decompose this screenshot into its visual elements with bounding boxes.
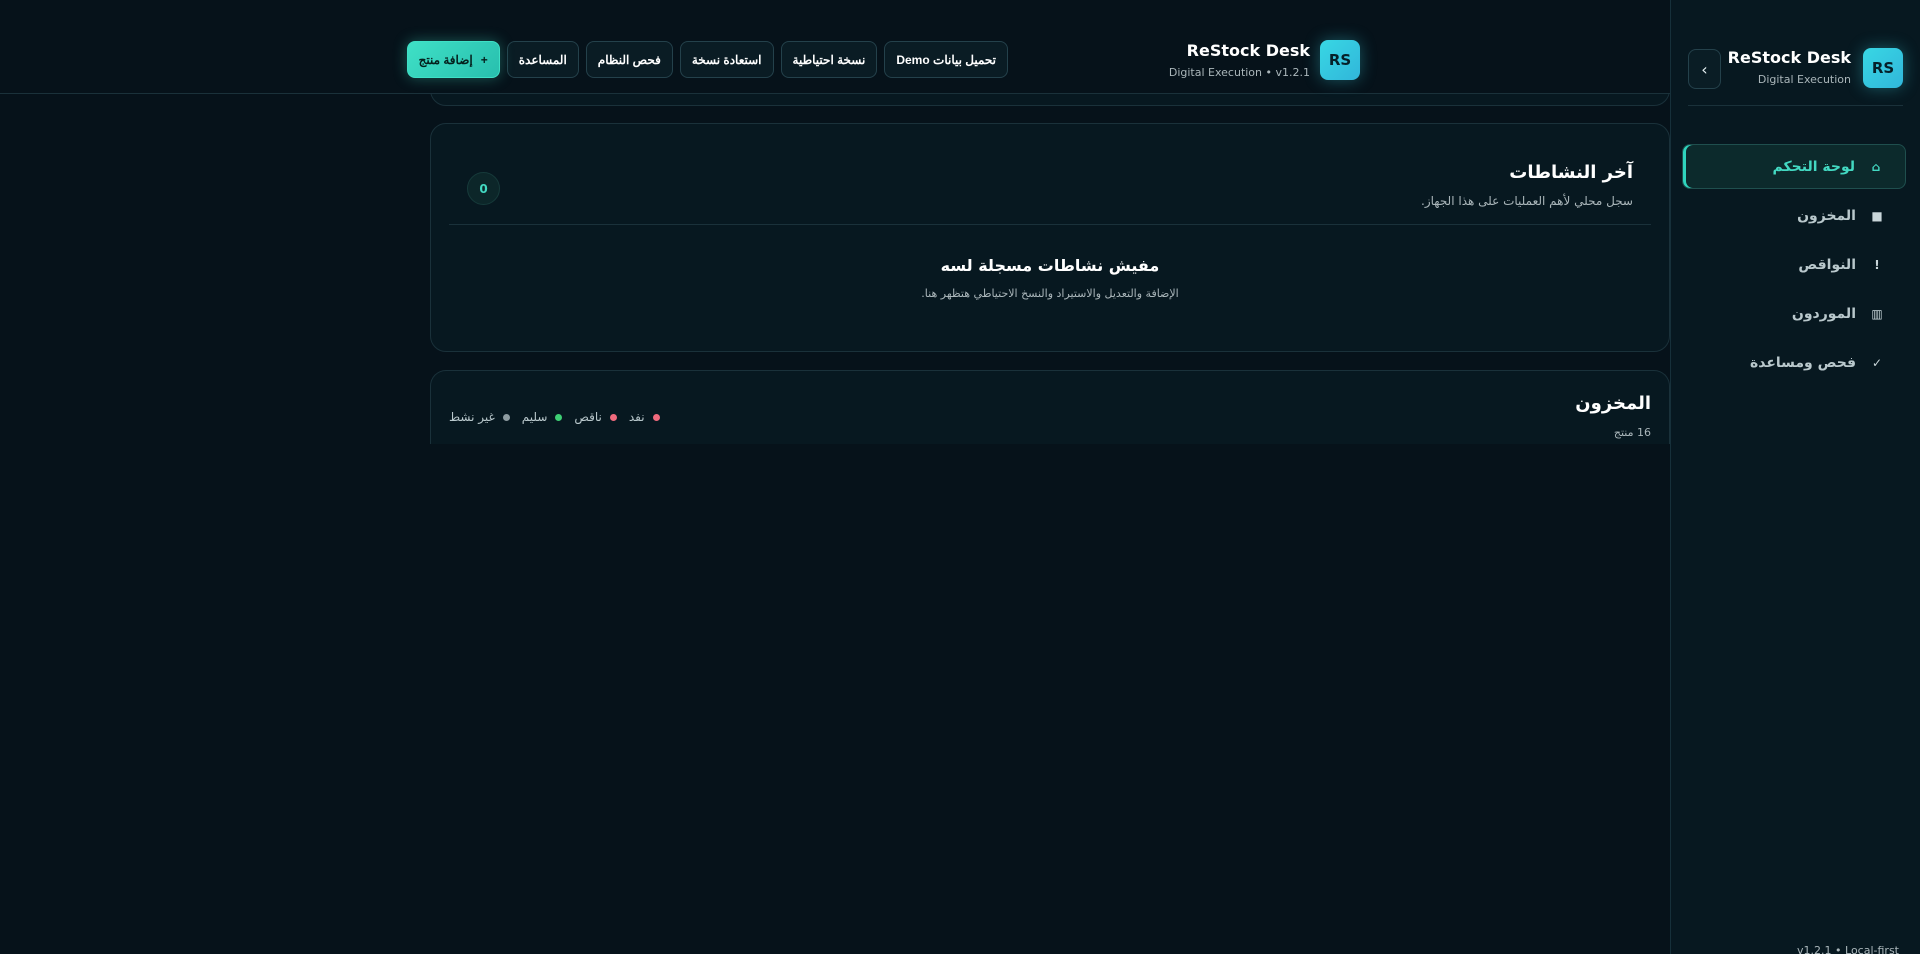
- add-product-button[interactable]: + إضافة منتج: [406, 41, 500, 78]
- activity-empty-subtitle: الإضافة والتعديل والاستيراد والنسخ الاحت…: [921, 287, 1179, 300]
- header-toolbar: تحميل بيانات Demo نسخة احتياطية استعادة …: [406, 41, 1008, 78]
- sidebar-item-label: المخزون: [1797, 207, 1856, 224]
- page-background: [0, 444, 1670, 954]
- activity-card: آخر النشاطات سجل محلي لأهم العمليات على …: [430, 123, 1670, 352]
- help-button[interactable]: المساعدة: [506, 41, 579, 78]
- alert-icon: !: [1874, 257, 1880, 272]
- sidebar-footer-version: v1.2.1 • Local-first: [1797, 944, 1899, 954]
- suppliers-icon: ▥: [1871, 306, 1883, 321]
- legend-item-healthy: سليم: [522, 410, 563, 424]
- status-dot-icon: [652, 413, 660, 421]
- header-brand-subtitle: Digital Execution • v1.2.1: [1168, 66, 1310, 79]
- sidebar-item-label: لوحة التحكم: [1772, 158, 1855, 175]
- sidebar-collapse-button[interactable]: ›: [1688, 49, 1721, 89]
- activity-title: آخر النشاطات: [1509, 162, 1633, 183]
- sidebar-item-label: فحص ومساعدة: [1749, 354, 1856, 371]
- sidebar-item-check-help[interactable]: ✓ فحص ومساعدة: [1682, 340, 1906, 385]
- legend-item-out-of-stock: نفد: [629, 410, 660, 424]
- legend-item-inactive: غير نشط: [449, 410, 510, 424]
- sidebar-brand-subtitle: Digital Execution: [1757, 73, 1851, 86]
- header-brand-text: ReStock Desk Digital Execution • v1.2.1: [1169, 41, 1310, 79]
- inventory-count: 16 منتج: [1613, 426, 1651, 439]
- sidebar-item-label: النواقص: [1798, 256, 1856, 273]
- legend-label: ناقص: [574, 410, 602, 424]
- sidebar-item-dashboard[interactable]: ⌂ لوحة التحكم: [1682, 144, 1906, 189]
- chevron-right-icon: ›: [1701, 59, 1708, 79]
- inventory-title: المخزون: [1575, 393, 1651, 414]
- sidebar-item-shortages[interactable]: ! النواقص: [1682, 242, 1906, 287]
- system-check-button[interactable]: فحص النظام: [585, 41, 673, 78]
- backup-button[interactable]: نسخة احتياطية: [780, 41, 878, 78]
- status-dot-icon: [502, 413, 510, 421]
- legend-label: غير نشط: [449, 410, 495, 424]
- sidebar-item-inventory[interactable]: ■ المخزون: [1682, 193, 1906, 238]
- app-root: RS ReStock Desk Digital Execution › ⌂ لو…: [0, 0, 1920, 954]
- sidebar-brand: RS ReStock Desk Digital Execution ›: [1688, 36, 1903, 106]
- top-header: RS ReStock Desk Digital Execution • v1.2…: [0, 0, 1670, 94]
- sidebar-item-suppliers[interactable]: ▥ الموردون: [1682, 291, 1906, 336]
- restore-button[interactable]: استعادة نسخة: [679, 41, 774, 78]
- legend-label: سليم: [521, 410, 548, 424]
- inventory-legend: نفد ناقص سليم غير نشط: [449, 410, 660, 424]
- sidebar-brand-title: ReStock Desk: [1727, 48, 1851, 67]
- legend-label: نفد: [628, 410, 645, 424]
- sidebar-nav: ⌂ لوحة التحكم ■ المخزون ! النواقص ▥ المو…: [1682, 144, 1906, 389]
- status-dot-icon: [609, 413, 617, 421]
- sidebar-item-label: الموردون: [1791, 305, 1856, 322]
- activity-subtitle: سجل محلي لأهم العمليات على هذا الجهاز.: [1421, 194, 1633, 208]
- load-demo-button[interactable]: تحميل بيانات Demo: [884, 41, 1008, 78]
- activity-count-badge: 0: [467, 172, 500, 205]
- brand-logo: RS: [1863, 48, 1903, 88]
- legend-item-low: ناقص: [574, 410, 617, 424]
- sidebar-brand-text: ReStock Desk Digital Execution: [1728, 48, 1851, 86]
- header-brand-title: ReStock Desk: [1186, 41, 1310, 60]
- home-icon: ⌂: [1871, 159, 1881, 174]
- status-dot-icon: [555, 413, 563, 421]
- plus-icon: +: [480, 52, 488, 67]
- check-icon: ✓: [1871, 355, 1883, 370]
- box-icon: ■: [1871, 208, 1883, 223]
- activity-divider: [449, 224, 1651, 225]
- sidebar: RS ReStock Desk Digital Execution › ⌂ لو…: [1670, 0, 1920, 954]
- activity-empty-title: مفيش نشاطات مسجلة لسه: [940, 256, 1160, 275]
- add-product-label: إضافة منتج: [418, 52, 473, 67]
- header-brand-logo: RS: [1320, 40, 1360, 80]
